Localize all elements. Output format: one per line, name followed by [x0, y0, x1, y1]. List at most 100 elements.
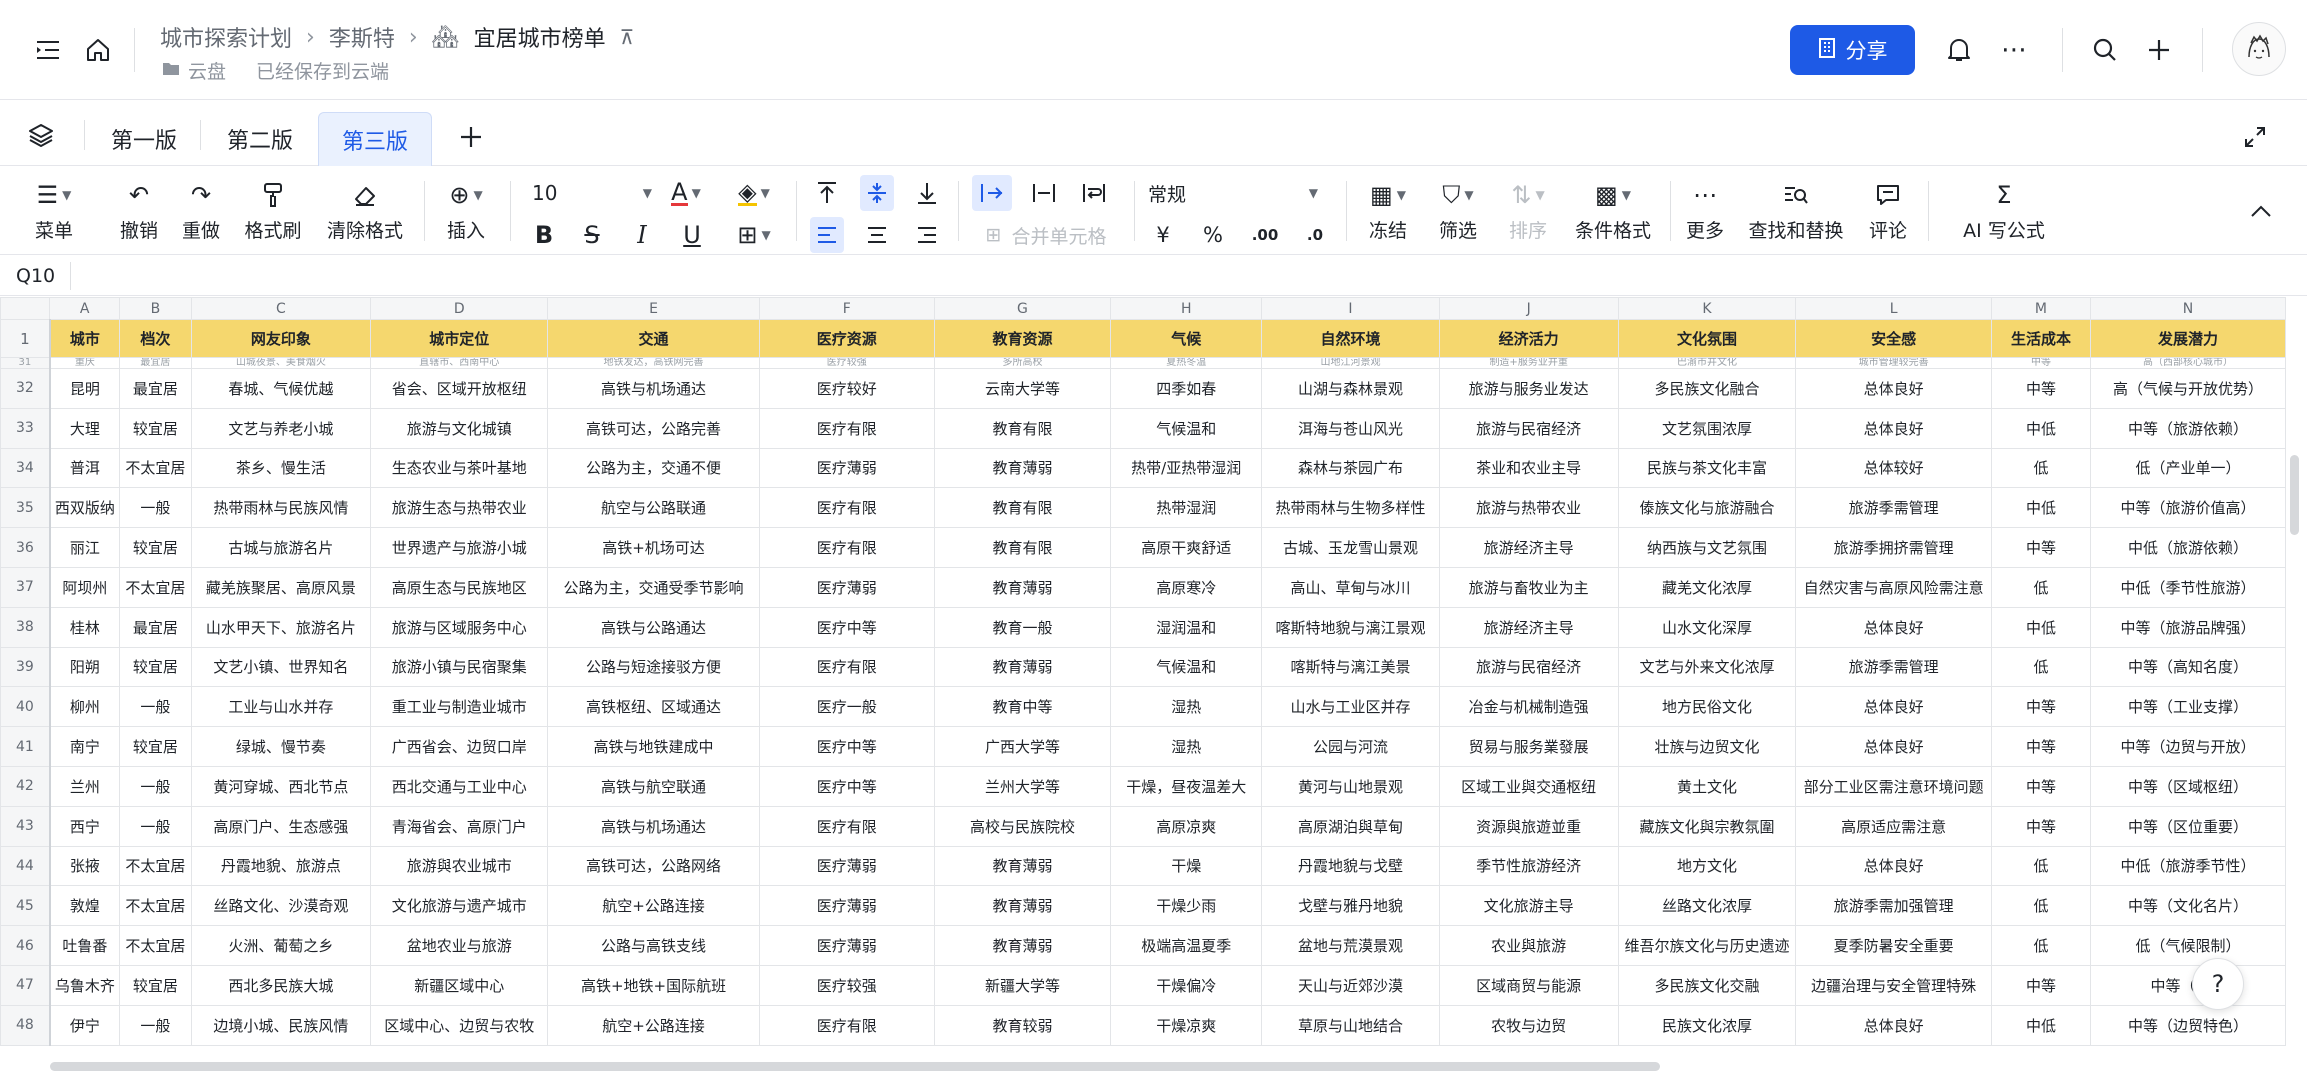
table-cell[interactable]: 冶金与机械制造强: [1438, 686, 1619, 728]
table-cell[interactable]: 较宜居: [119, 726, 192, 767]
table-cell[interactable]: 高铁+机场可达: [547, 527, 760, 568]
table-cell[interactable]: 天山与近郊沙漠: [1261, 964, 1440, 1006]
table-cell[interactable]: 旅游季需管理: [1795, 487, 1992, 529]
table-cell[interactable]: 医疗有限: [758, 487, 935, 529]
table-cell[interactable]: 高校与民族院校: [933, 805, 1112, 847]
table-cell[interactable]: 中等（区位重要）: [2089, 805, 2286, 847]
row-number[interactable]: 33: [0, 407, 51, 449]
header-cell[interactable]: 安全感: [1795, 319, 1992, 358]
table-cell[interactable]: 丝路文化、沙漠奇观: [190, 885, 372, 927]
table-cell[interactable]: 低（气候限制）: [2089, 925, 2286, 966]
header-cell[interactable]: 文化氛围: [1617, 319, 1797, 358]
tab-version-3[interactable]: 第三版: [318, 112, 432, 166]
align-center-button[interactable]: [860, 217, 894, 253]
row-number[interactable]: 34: [0, 447, 51, 489]
table-cell[interactable]: 极端高温夏季: [1110, 925, 1263, 966]
table-cell[interactable]: 黄土文化: [1617, 765, 1797, 807]
table-cell[interactable]: 中等（高知名度）: [2089, 646, 2286, 688]
text-clip-button[interactable]: [1024, 175, 1064, 211]
table-cell[interactable]: 中等（边贸特色）: [2089, 1004, 2286, 1046]
column-header[interactable]: M: [1990, 297, 2091, 320]
table-cell[interactable]: 教育薄弱: [933, 566, 1112, 608]
table-cell[interactable]: 医疗有限: [758, 805, 935, 847]
table-cell[interactable]: 直辖市、西南中心: [370, 357, 549, 369]
document-title[interactable]: 宜居城市榜单: [474, 21, 606, 53]
table-cell[interactable]: 中等: [1990, 765, 2091, 807]
table-cell[interactable]: 古城、玉龙雪山景观: [1261, 527, 1440, 568]
table-cell[interactable]: 兰州大学等: [933, 765, 1112, 807]
table-cell[interactable]: 区域商贸与能源: [1438, 964, 1619, 1006]
table-cell[interactable]: 区域工业與交通枢纽: [1438, 765, 1619, 807]
table-cell[interactable]: 不太宜居: [119, 566, 192, 608]
table-cell[interactable]: 世界遗产与旅游小城: [370, 527, 549, 568]
table-cell[interactable]: 藏族文化與宗教氛圍: [1617, 805, 1797, 847]
table-cell[interactable]: 省会、区域开放枢纽: [370, 368, 549, 409]
table-cell[interactable]: 茶业和农业主导: [1438, 447, 1619, 489]
table-cell[interactable]: 气候温和: [1110, 407, 1263, 449]
table-cell[interactable]: 黄河与山地景观: [1261, 765, 1440, 807]
table-cell[interactable]: 湿润温和: [1110, 606, 1263, 648]
table-cell[interactable]: 多所高校: [933, 357, 1112, 369]
table-cell[interactable]: 医疗中等: [758, 765, 935, 807]
table-cell[interactable]: 中低: [1990, 1004, 2091, 1046]
text-wrap-button[interactable]: [1074, 175, 1114, 211]
percent-button[interactable]: %: [1198, 217, 1228, 253]
column-header[interactable]: D: [370, 297, 549, 320]
table-cell[interactable]: 贸易与服务業發展: [1438, 726, 1619, 767]
column-header[interactable]: G: [933, 297, 1112, 320]
table-cell[interactable]: 教育薄弱: [933, 646, 1112, 688]
column-header[interactable]: J: [1438, 297, 1619, 320]
table-cell[interactable]: 山湖与森林景观: [1261, 368, 1440, 409]
table-cell[interactable]: 中等: [1990, 527, 2091, 568]
underline-button[interactable]: U: [676, 217, 708, 253]
header-cell[interactable]: 档次: [119, 319, 192, 358]
table-cell[interactable]: 旅游季拥挤需管理: [1795, 527, 1992, 568]
header-cell[interactable]: 网友印象: [190, 319, 372, 358]
table-cell[interactable]: 航空+公路连接: [547, 1004, 760, 1046]
table-cell[interactable]: 农业與旅游: [1438, 925, 1619, 966]
collapse-toolbar-icon[interactable]: [2246, 193, 2276, 229]
table-cell[interactable]: 总体良好: [1795, 407, 1992, 449]
table-cell[interactable]: 医疗较强: [758, 964, 935, 1006]
column-header[interactable]: K: [1617, 297, 1797, 320]
table-cell[interactable]: 不太宜居: [119, 447, 192, 489]
table-cell[interactable]: 教育有限: [933, 487, 1112, 529]
breadcrumb-item-project[interactable]: 城市探索计划: [160, 21, 292, 53]
table-cell[interactable]: 旅游與农业城市: [370, 845, 549, 887]
column-header[interactable]: L: [1795, 297, 1992, 320]
increase-decimal-button[interactable]: .00: [1248, 217, 1282, 253]
table-cell[interactable]: 新疆大学等: [933, 964, 1112, 1006]
decrease-decimal-button[interactable]: .0: [1298, 217, 1332, 253]
table-cell[interactable]: 低: [1990, 646, 2091, 688]
horizontal-scrollbar[interactable]: [50, 1062, 1660, 1071]
table-cell[interactable]: 医疗薄弱: [758, 566, 935, 608]
table-cell[interactable]: 部分工业区需注意环境问题: [1795, 765, 1992, 807]
table-cell[interactable]: 高铁与机场通达: [547, 368, 760, 409]
table-cell[interactable]: 教育有限: [933, 527, 1112, 568]
table-cell[interactable]: 中等（边贸与开放）: [2089, 726, 2286, 767]
table-cell[interactable]: 低: [1990, 845, 2091, 887]
align-middle-button[interactable]: [860, 175, 894, 211]
table-cell[interactable]: 高原寒冷: [1110, 566, 1263, 608]
borders-button[interactable]: ⊞ ▼: [726, 217, 782, 253]
table-cell[interactable]: 中等（旅游价值高）: [2089, 487, 2286, 529]
table-cell[interactable]: 季节性旅游经济: [1438, 845, 1619, 887]
table-cell[interactable]: 绿城、慢节奏: [190, 726, 372, 767]
table-cell[interactable]: 纳西族与文艺氛围: [1617, 527, 1797, 568]
column-header[interactable]: I: [1261, 297, 1440, 320]
avatar[interactable]: [2232, 22, 2286, 76]
table-cell[interactable]: 高铁+地铁+国际航班: [547, 964, 760, 1006]
row-number[interactable]: 38: [0, 606, 51, 648]
table-cell[interactable]: 古城与旅游名片: [190, 527, 372, 568]
table-cell[interactable]: 旅游与民宿经济: [1438, 407, 1619, 449]
table-cell[interactable]: 民族文化浓厚: [1617, 1004, 1797, 1046]
table-cell[interactable]: 总体良好: [1795, 1004, 1992, 1046]
table-cell[interactable]: 旅游与文化城镇: [370, 407, 549, 449]
italic-button[interactable]: I: [626, 217, 658, 253]
table-cell[interactable]: 高原门户、生态感强: [190, 805, 372, 847]
sidebar-toggle-icon[interactable]: [34, 36, 62, 64]
strikethrough-button[interactable]: S: [576, 217, 608, 253]
row-number[interactable]: 37: [0, 566, 51, 608]
table-cell[interactable]: 总体较好: [1795, 447, 1992, 489]
table-cell[interactable]: 低: [1990, 447, 2091, 489]
